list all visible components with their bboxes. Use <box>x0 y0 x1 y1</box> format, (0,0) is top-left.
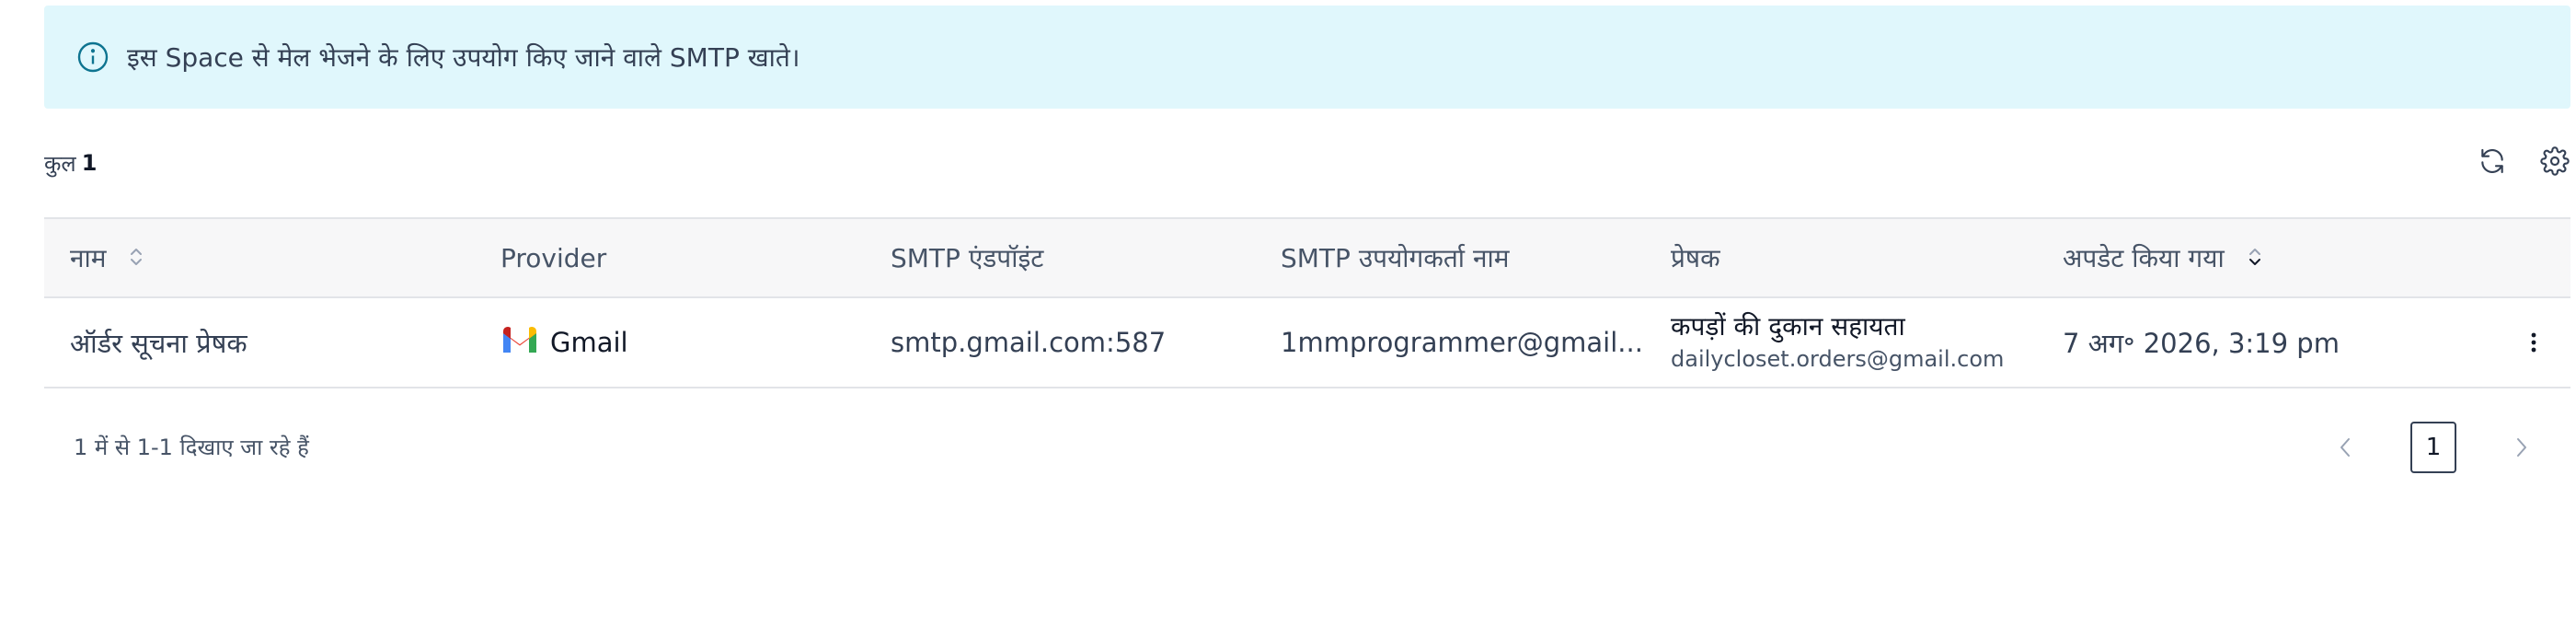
sender-name: कपड़ों की दुकान सहायता <box>1671 311 1905 342</box>
smtp-accounts-table: नाम Provider SMTP एंडपॉइंट SMTP उपयोगकर्… <box>44 217 2570 388</box>
refresh-icon[interactable] <box>2477 145 2508 177</box>
cell-username: 1mmprogrammer@gmail... <box>1255 297 1645 388</box>
column-header-provider[interactable]: Provider <box>475 217 865 298</box>
column-header-updated-label: अपडेट किया गया <box>2063 243 2225 273</box>
column-header-name-label: नाम <box>70 243 107 273</box>
column-header-sender[interactable]: प्रेषक <box>1645 217 2037 298</box>
summary-row: कुल 1 <box>44 109 2570 217</box>
table-row[interactable]: ऑर्डर सूचना प्रेषक Gmail smtp.gmail.com:… <box>44 297 2570 388</box>
gear-icon[interactable] <box>2539 145 2570 177</box>
total-label: कुल <box>44 150 76 177</box>
cell-name[interactable]: ऑर्डर सूचना प्रेषक <box>44 297 475 388</box>
smtp-accounts-panel: इस Space से मेल भेजने के लिए उपयोग किए ज… <box>44 6 2570 504</box>
column-header-endpoint[interactable]: SMTP एंडपॉइंट <box>865 217 1255 298</box>
sort-icon[interactable] <box>129 245 144 275</box>
column-header-updated[interactable]: अपडेट किया गया <box>2037 217 2469 298</box>
info-icon <box>75 40 110 75</box>
cell-actions <box>2469 297 2570 388</box>
table-footer: 1 में से 1-1 दिखाए जा रहे हैं 1 <box>44 388 2570 504</box>
banner-text: इस Space से मेल भेजने के लिए उपयोग किए ज… <box>127 42 800 73</box>
total-count: 1 <box>81 150 98 176</box>
cell-updated: 7 अग॰ 2026, 3:19 pm <box>2037 297 2469 388</box>
sender-email: dailycloset.orders@gmail.com <box>1671 346 2005 372</box>
chevron-left-icon[interactable] <box>2331 434 2359 461</box>
provider-name: Gmail <box>550 327 628 358</box>
more-options-icon[interactable] <box>2495 330 2570 355</box>
chevron-right-icon[interactable] <box>2508 434 2536 461</box>
gmail-logo-icon <box>500 325 539 361</box>
page-number-button[interactable]: 1 <box>2410 422 2456 473</box>
pagination: 1 <box>2331 422 2536 473</box>
column-header-name[interactable]: नाम <box>44 217 475 298</box>
cell-provider: Gmail <box>475 297 865 388</box>
sort-descending-icon[interactable] <box>2248 245 2262 275</box>
table-header-row: नाम Provider SMTP एंडपॉइंट SMTP उपयोगकर्… <box>44 217 2570 298</box>
cell-endpoint: smtp.gmail.com:587 <box>865 297 1255 388</box>
pagination-range-text: 1 में से 1-1 दिखाए जा रहे हैं <box>74 434 309 460</box>
column-header-actions <box>2469 217 2570 298</box>
info-banner: इस Space से मेल भेजने के लिए उपयोग किए ज… <box>44 6 2570 109</box>
column-header-username[interactable]: SMTP उपयोगकर्ता नाम <box>1255 217 1645 298</box>
table-actions <box>2477 145 2570 177</box>
cell-sender: कपड़ों की दुकान सहायता dailycloset.order… <box>1645 297 2037 388</box>
